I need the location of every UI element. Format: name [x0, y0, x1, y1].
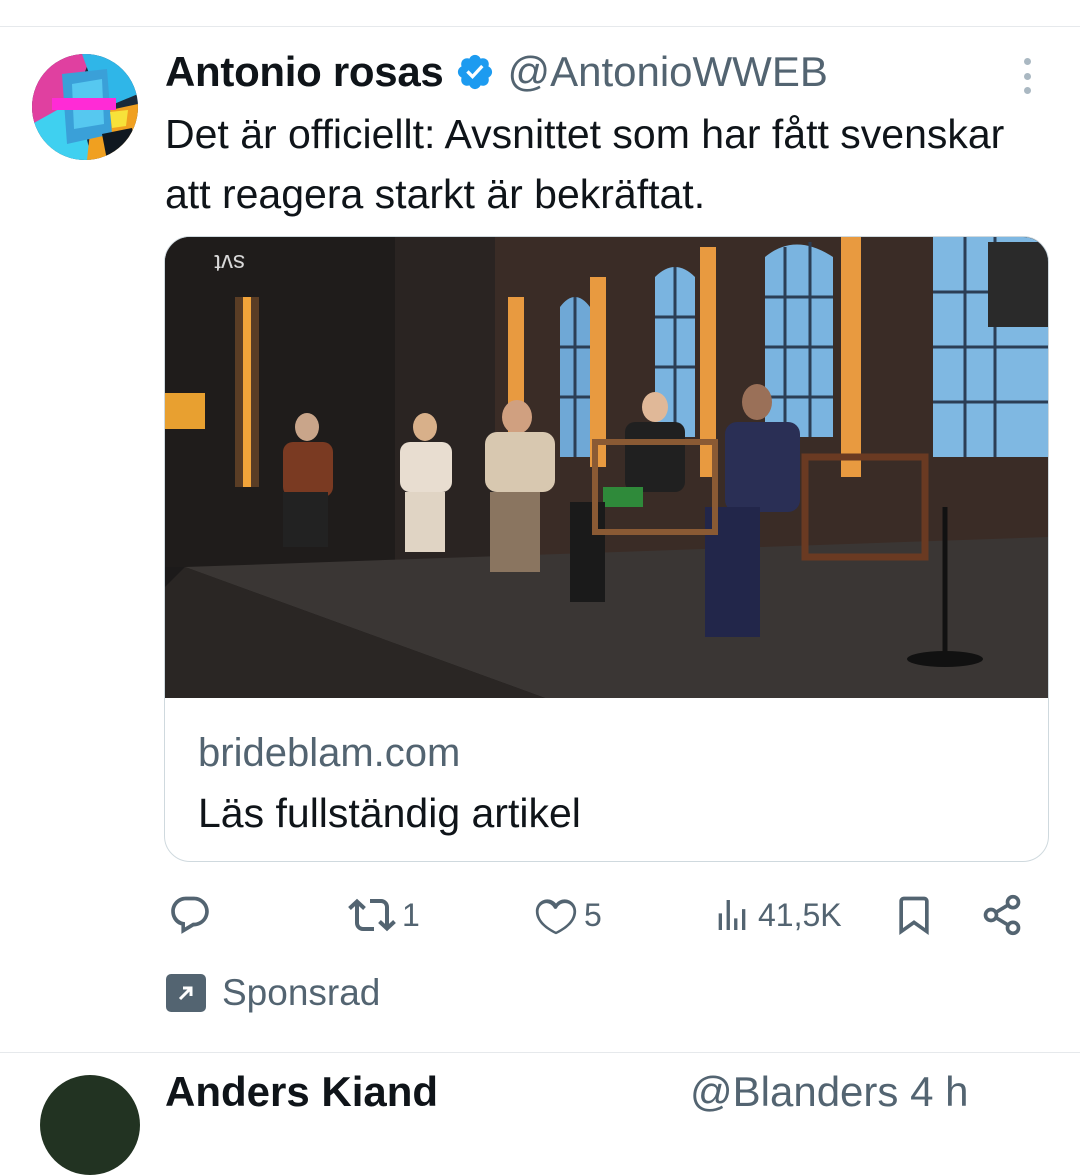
retweet-icon — [348, 898, 396, 932]
reply-button[interactable] — [168, 890, 218, 940]
verified-badge-icon — [455, 52, 495, 92]
author-handle[interactable]: @AntonioWWEB — [507, 48, 827, 96]
like-button[interactable]: 5 — [534, 890, 602, 940]
promoted-arrow-icon — [166, 974, 206, 1012]
card-title[interactable]: Läs fullständig artikel — [198, 790, 581, 837]
svt-watermark: svt — [214, 249, 245, 276]
reply-icon — [171, 896, 209, 934]
share-icon — [983, 894, 1021, 936]
author-name[interactable]: Antonio rosas — [165, 48, 444, 96]
views-button[interactable]: 41,5K — [712, 890, 842, 940]
bottom-divider — [0, 1052, 1080, 1053]
bookmark-button[interactable] — [892, 890, 936, 940]
tweet-actions: 1 5 41,5K — [0, 890, 1080, 940]
avatar-image — [32, 54, 138, 160]
avatar[interactable] — [32, 54, 138, 160]
sponsored-text: Sponsrad — [222, 972, 381, 1013]
retweet-button[interactable]: 1 — [348, 890, 420, 940]
bookmark-icon — [899, 896, 929, 936]
card-image[interactable]: svt — [165, 237, 1048, 698]
analytics-icon — [718, 900, 746, 930]
card-domain[interactable]: brideblam.com — [198, 731, 460, 776]
next-tweet-author[interactable]: Anders Kiand — [165, 1068, 438, 1116]
heart-icon — [535, 899, 577, 935]
next-tweet-avatar[interactable] — [40, 1075, 140, 1175]
tweet-text: Det är officiellt: Avsnittet som har fåt… — [165, 111, 1005, 217]
tweet-header: Antonio rosas @AntonioWWEB — [165, 44, 828, 100]
views-count: 41,5K — [758, 896, 842, 933]
next-tweet-handle[interactable]: @Blanders 4 h — [690, 1068, 968, 1116]
sponsored-label[interactable]: Sponsrad — [166, 972, 380, 1014]
link-card[interactable]: svt brideblam.com Läs fullständig artike… — [164, 236, 1049, 862]
top-divider — [0, 26, 1080, 27]
retweet-count: 1 — [402, 896, 420, 933]
like-count: 5 — [584, 896, 602, 933]
more-options-icon[interactable] — [1010, 58, 1044, 94]
share-button[interactable] — [980, 890, 1024, 940]
